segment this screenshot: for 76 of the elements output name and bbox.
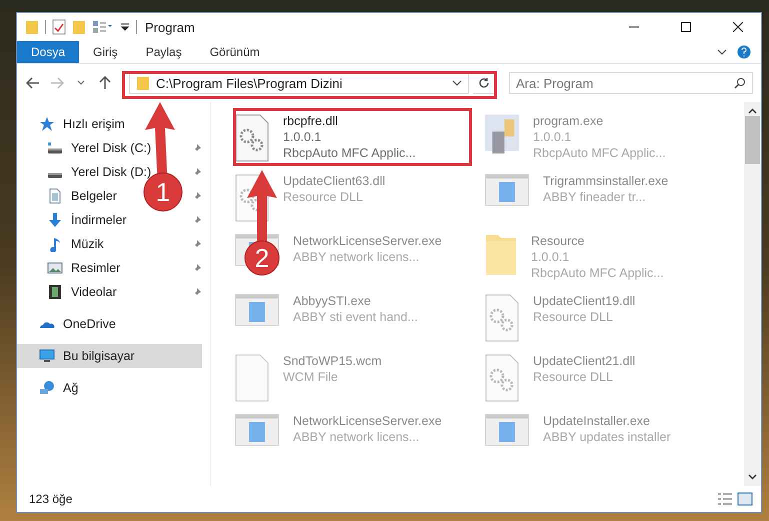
scroll-thumb[interactable] bbox=[745, 116, 760, 164]
sidebar-item[interactable]: OneDrive bbox=[17, 312, 124, 336]
file-detail: ABBY updates installer bbox=[543, 430, 671, 444]
drive-icon bbox=[47, 172, 63, 178]
gear-file-icon bbox=[485, 294, 519, 342]
file-detail: WCM File bbox=[283, 370, 339, 384]
sidebar-item[interactable]: Müzik bbox=[17, 232, 112, 256]
file-detail: ABBY network licens... bbox=[293, 430, 420, 444]
sidebar-item[interactable]: Resimler bbox=[17, 256, 128, 280]
app-window-icon bbox=[235, 294, 279, 326]
drive-icon bbox=[47, 140, 63, 156]
up-arrow-icon bbox=[99, 76, 111, 90]
picture-icon bbox=[47, 260, 63, 276]
sidebar-item[interactable]: Bu bilgisayar bbox=[17, 344, 202, 368]
file-detail: RbcpAuto MFC Applic... bbox=[533, 146, 666, 160]
sidebar-item[interactable]: İndirmeler bbox=[17, 208, 135, 232]
sidebar-item[interactable]: Hızlı erişim bbox=[17, 112, 133, 136]
sidebar-item[interactable]: Yerel Disk (C:) bbox=[17, 136, 160, 160]
ribbon-tab[interactable]: Giriş bbox=[79, 41, 132, 63]
callout-number: 2 bbox=[254, 243, 270, 273]
app-window-icon bbox=[235, 414, 279, 446]
ribbon-tab[interactable]: Görünüm bbox=[196, 41, 274, 63]
forward-arrow-icon bbox=[50, 77, 64, 89]
network-icon bbox=[39, 380, 55, 396]
caret-icon bbox=[77, 80, 85, 86]
file-detail: Resource DLL bbox=[283, 190, 364, 204]
scroll-up-icon[interactable] bbox=[748, 108, 757, 114]
caret-icon[interactable] bbox=[120, 22, 130, 32]
file-detail: RbcpAuto MFC Applic... bbox=[531, 266, 664, 280]
caret-icon[interactable] bbox=[452, 79, 462, 87]
monitor-icon bbox=[39, 348, 55, 364]
refresh-icon bbox=[478, 77, 490, 89]
scrollbar[interactable] bbox=[744, 102, 761, 486]
file-detail: Resource DLL bbox=[533, 310, 614, 324]
item-count: 123 öğe bbox=[29, 492, 74, 506]
chevron-down-icon[interactable] bbox=[717, 48, 727, 56]
address-bar[interactable]: C:\Program Files\Program Dizini bbox=[129, 72, 469, 94]
sidebar-item[interactable]: Belgeler bbox=[17, 184, 125, 208]
close-icon bbox=[733, 22, 743, 32]
view-properties-icon[interactable] bbox=[92, 20, 114, 34]
download-arrow-icon bbox=[47, 212, 63, 228]
file-detail: ABBY network licens... bbox=[293, 250, 420, 264]
minimize-icon bbox=[629, 26, 639, 28]
ribbon-tab[interactable]: Paylaş bbox=[132, 41, 196, 63]
help-icon[interactable] bbox=[737, 45, 751, 59]
app-window-icon bbox=[485, 174, 529, 206]
scroll-down-icon[interactable] bbox=[748, 474, 757, 480]
file-detail: RbcpAuto MFC Applic... bbox=[283, 146, 416, 160]
folder-icon bbox=[485, 234, 517, 276]
program-icon bbox=[485, 114, 519, 154]
search-field[interactable]: Ara: Program bbox=[509, 72, 753, 94]
file-detail: ABBY sti event hand... bbox=[293, 310, 418, 324]
document-icon bbox=[47, 188, 63, 204]
star-icon bbox=[39, 116, 55, 132]
file-detail: ABBY fineader tr... bbox=[543, 190, 647, 204]
file-detail: 1.0.0.1 bbox=[531, 250, 570, 264]
sidebar-item[interactable]: Videolar bbox=[17, 280, 125, 304]
window-title: Program bbox=[145, 20, 196, 34]
back-arrow-icon bbox=[26, 77, 40, 89]
film-icon bbox=[47, 284, 63, 300]
checklist-icon[interactable] bbox=[52, 19, 66, 35]
gear-file-icon bbox=[235, 114, 269, 162]
file-detail: 1.0.0.1 bbox=[533, 130, 572, 144]
sidebar-item[interactable]: Ağ bbox=[17, 376, 86, 400]
folder-icon bbox=[136, 75, 150, 91]
file-detail: 1.0.0.1 bbox=[283, 130, 322, 144]
details-view-icon[interactable] bbox=[717, 492, 733, 506]
blank-file-icon bbox=[235, 354, 269, 402]
file-name[interactable]: rbcpfre.dll bbox=[283, 114, 416, 128]
file-detail: Resource DLL bbox=[533, 370, 614, 384]
gear-file-icon bbox=[485, 354, 519, 402]
app-window-icon bbox=[485, 414, 529, 446]
large-icons-view-icon[interactable] bbox=[737, 492, 753, 506]
maximize-icon bbox=[681, 22, 691, 32]
ribbon-tab[interactable]: Dosya bbox=[17, 41, 80, 63]
search-icon[interactable] bbox=[734, 77, 746, 89]
